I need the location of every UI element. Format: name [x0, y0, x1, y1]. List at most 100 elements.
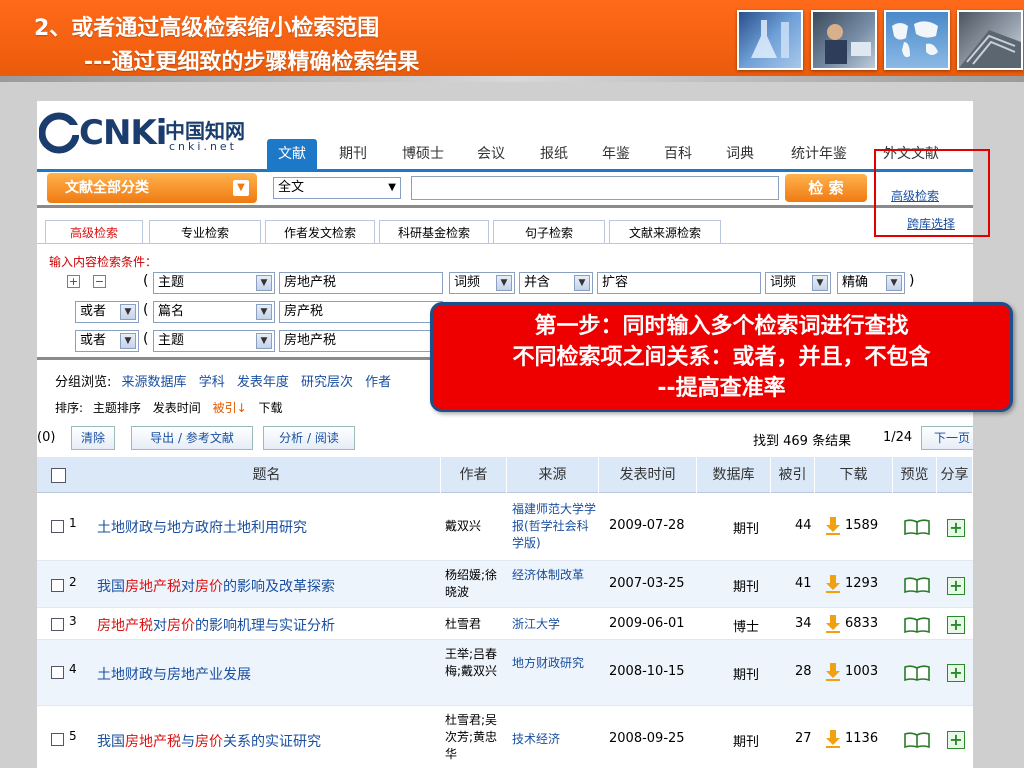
clear-button[interactable]: 清除 — [71, 426, 115, 450]
result-source[interactable]: 技术经济 — [512, 731, 560, 748]
share-plus-icon[interactable]: + — [947, 664, 965, 682]
col-downloads[interactable]: 下载 — [815, 457, 893, 493]
result-title[interactable]: 土地财政与地方政府土地利用研究 — [97, 517, 307, 537]
tab-newspaper[interactable]: 报纸 — [534, 139, 574, 169]
row-checkbox[interactable] — [51, 520, 64, 533]
row-number: 2 — [69, 575, 77, 589]
result-author[interactable]: 杜雪君 — [445, 616, 481, 633]
result-title[interactable]: 房地产税对房价的影响机理与实证分析 — [97, 615, 335, 635]
result-author[interactable]: 杜雪君;吴次芳;黄忠华 — [445, 712, 505, 763]
row-checkbox[interactable] — [51, 579, 64, 592]
cnki-logo[interactable]: CNKi 中国知网 cnki.net — [37, 107, 267, 159]
group-source-db[interactable]: 来源数据库 — [122, 375, 187, 390]
col-source[interactable]: 来源 — [507, 457, 599, 493]
search-tab-source[interactable]: 文献来源检索 — [609, 220, 721, 244]
share-plus-icon[interactable]: + — [947, 577, 965, 595]
sort-cited[interactable]: 被引↓ — [213, 401, 247, 415]
result-source[interactable]: 福建师范大学学报(哲学社会科学版) — [512, 501, 596, 552]
search-tab-sentence[interactable]: 句子检索 — [493, 220, 605, 244]
col-preview[interactable]: 预览 — [893, 457, 937, 493]
row-checkbox[interactable] — [51, 666, 64, 679]
preview-book-icon[interactable] — [903, 732, 931, 748]
row1-match-select[interactable]: 精确 ▼ — [837, 272, 905, 294]
preview-book-icon[interactable] — [903, 665, 931, 681]
row1-term-input[interactable]: 房地产税 — [279, 272, 443, 294]
row3-logic-select[interactable]: 或者 ▼ — [75, 330, 139, 352]
group-subject[interactable]: 学科 — [199, 375, 225, 390]
result-author[interactable]: 戴双兴 — [445, 518, 481, 535]
result-author[interactable]: 王举;吕春梅;戴双兴 — [445, 646, 505, 680]
category-dropdown[interactable]: 文献全部分类 ▼ — [47, 173, 257, 203]
row-number: 4 — [69, 662, 77, 676]
tab-statistics-yearbook[interactable]: 统计年鉴 — [783, 139, 855, 169]
row-checkbox[interactable] — [51, 618, 64, 631]
tab-encyclopedia[interactable]: 百科 — [658, 139, 698, 169]
select-all-checkbox[interactable] — [51, 468, 66, 483]
tab-dissertation[interactable]: 博硕士 — [395, 139, 451, 169]
share-plus-icon[interactable]: + — [947, 731, 965, 749]
share-plus-icon[interactable]: + — [947, 616, 965, 634]
result-source[interactable]: 浙江大学 — [512, 616, 560, 633]
preview-book-icon[interactable] — [903, 519, 931, 535]
preview-book-icon[interactable] — [903, 577, 931, 593]
group-year[interactable]: 发表年度 — [237, 375, 289, 390]
sort-cited-label: 被引 — [212, 401, 237, 415]
col-share[interactable]: 分享 — [937, 457, 973, 493]
row-checkbox[interactable] — [51, 733, 64, 746]
analyze-button[interactable]: 分析 / 阅读 — [263, 426, 355, 450]
row1-freq-select[interactable]: 词频 ▼ — [449, 272, 515, 294]
tab-dictionary[interactable]: 词典 — [720, 139, 760, 169]
result-source[interactable]: 经济体制改革 — [512, 567, 596, 584]
col-title[interactable]: 题名 — [93, 457, 441, 493]
title-highlight: 房地产税 — [97, 618, 153, 634]
col-cited[interactable]: 被引 — [771, 457, 815, 493]
download-icon[interactable] — [825, 517, 841, 535]
sort-downloads[interactable]: 下载 — [258, 401, 282, 415]
field-select[interactable]: 全文 ▼ — [273, 177, 401, 199]
result-author[interactable]: 杨绍媛;徐晓波 — [445, 567, 505, 601]
row1-field-select[interactable]: 主题 ▼ — [153, 272, 275, 294]
result-source[interactable]: 地方财政研究 — [512, 655, 596, 672]
search-tab-author[interactable]: 作者发文检索 — [265, 220, 375, 244]
col-database[interactable]: 数据库 — [697, 457, 771, 493]
tab-yearbook[interactable]: 年鉴 — [596, 139, 636, 169]
download-icon[interactable] — [825, 575, 841, 593]
row3-field-select[interactable]: 主题 ▼ — [153, 330, 275, 352]
row1-term2-input[interactable]: 扩容 — [597, 272, 761, 294]
search-tab-professional[interactable]: 专业检索 — [149, 220, 261, 244]
row3-term-input[interactable]: 房地产税 — [279, 330, 443, 352]
col-author[interactable]: 作者 — [441, 457, 507, 493]
tab-conference[interactable]: 会议 — [471, 139, 511, 169]
tab-journal[interactable]: 期刊 — [333, 139, 373, 169]
result-title[interactable]: 土地财政与房地产业发展 — [97, 664, 251, 684]
row1-op-select[interactable]: 并含 ▼ — [519, 272, 593, 294]
search-tab-advanced[interactable]: 高级检索 — [45, 220, 143, 244]
download-icon[interactable] — [825, 615, 841, 633]
export-button[interactable]: 导出 / 参考文献 — [131, 426, 253, 450]
add-row-icon[interactable]: + — [67, 275, 80, 288]
result-title[interactable]: 我国房地产税与房价关系的实证研究 — [97, 731, 321, 751]
share-plus-icon[interactable]: + — [947, 519, 965, 537]
remove-row-icon[interactable]: − — [93, 275, 106, 288]
row2-term-input[interactable]: 房产税 — [279, 301, 443, 323]
result-db: 期刊 — [733, 522, 760, 537]
search-tab-fund[interactable]: 科研基金检索 — [379, 220, 489, 244]
result-title[interactable]: 我国房地产税对房价的影响及改革探索 — [97, 576, 335, 596]
download-icon[interactable] — [825, 663, 841, 681]
group-author[interactable]: 作者 — [365, 375, 391, 390]
title-part: 我国 — [97, 579, 125, 595]
sort-relevance[interactable]: 主题排序 — [93, 401, 141, 415]
search-input[interactable] — [411, 176, 779, 200]
group-level[interactable]: 研究层次 — [301, 375, 353, 390]
sort-date[interactable]: 发表时间 — [153, 401, 201, 415]
col-date[interactable]: 发表时间 — [599, 457, 697, 493]
row2-field-value: 篇名 — [158, 304, 185, 319]
row2-field-select[interactable]: 篇名 ▼ — [153, 301, 275, 323]
tab-literature[interactable]: 文献 — [267, 139, 317, 169]
row2-logic-select[interactable]: 或者 ▼ — [75, 301, 139, 323]
row1-freq2-select[interactable]: 词频 ▼ — [765, 272, 831, 294]
preview-book-icon[interactable] — [903, 617, 931, 633]
search-button[interactable]: 检 索 — [785, 174, 867, 202]
next-page-button[interactable]: 下一页 — [921, 426, 973, 450]
download-icon[interactable] — [825, 730, 841, 748]
